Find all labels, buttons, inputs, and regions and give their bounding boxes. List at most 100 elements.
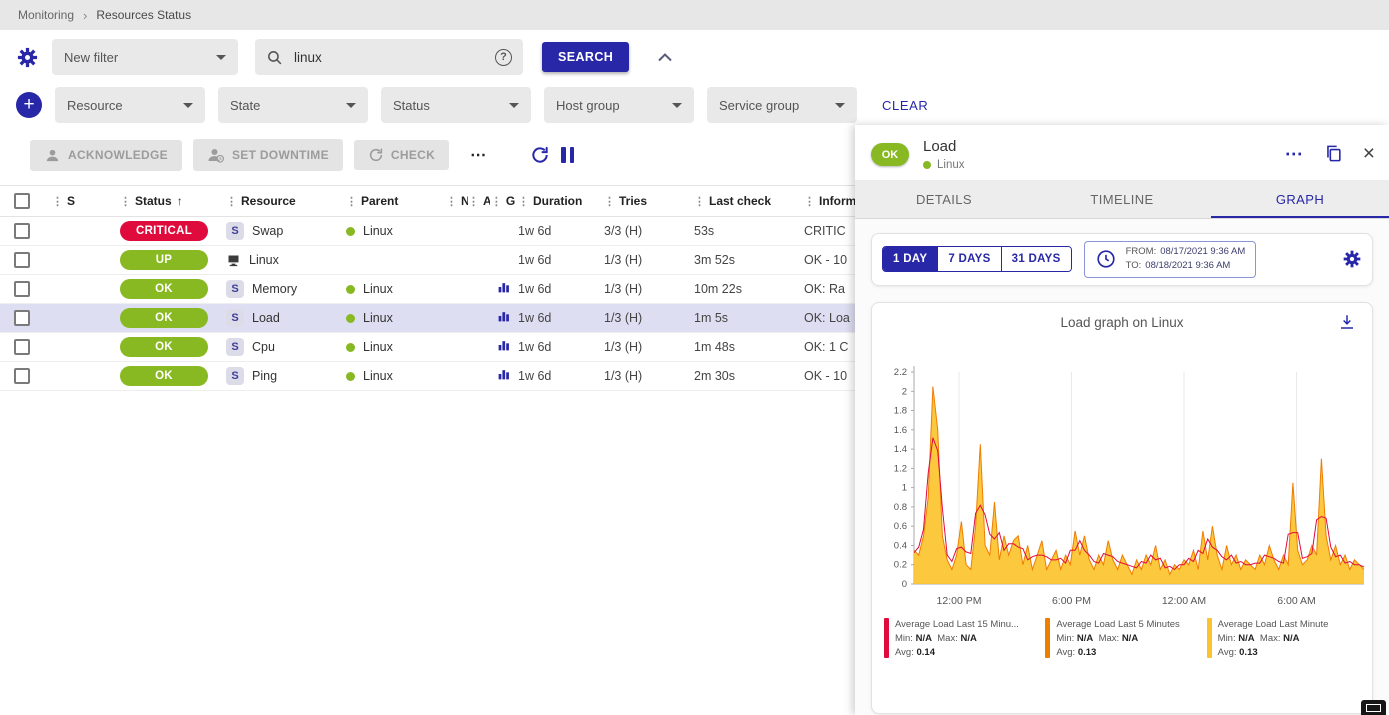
parent-link[interactable]: Linux	[363, 224, 393, 238]
filter-state-select[interactable]: State	[218, 87, 368, 123]
panel-parent-link[interactable]: Linux	[937, 159, 965, 171]
col-header-notification[interactable]: N	[461, 194, 468, 208]
drag-handle-icon[interactable]: ⋮	[604, 196, 615, 208]
col-header-acknowledge[interactable]: A	[483, 194, 490, 208]
host-icon	[226, 253, 241, 268]
drag-handle-icon[interactable]: ⋮	[491, 196, 502, 208]
copy-link-icon[interactable]	[1324, 144, 1343, 163]
resource-link[interactable]: Swap	[252, 224, 283, 238]
corner-overlay-icon[interactable]	[1361, 700, 1386, 715]
search-box[interactable]: ?	[255, 39, 523, 75]
col-header-parent[interactable]: Parent	[361, 194, 398, 208]
row-checkbox[interactable]	[14, 252, 30, 268]
resource-link[interactable]: Cpu	[252, 340, 275, 354]
resource-link[interactable]: Linux	[249, 253, 279, 267]
sort-asc-icon[interactable]: ↑	[177, 194, 183, 208]
legend-item[interactable]: Average Load Last Minute Min: N/A Max: N…	[1207, 618, 1360, 661]
col-header-last-check[interactable]: Last check	[709, 194, 771, 208]
export-graph-icon[interactable]	[1338, 313, 1356, 331]
legend-item[interactable]: Average Load Last 15 Minu... Min: N/A Ma…	[884, 618, 1037, 661]
filter-preset-select[interactable]: New filter	[52, 39, 238, 75]
row-checkbox[interactable]	[14, 310, 30, 326]
legend-min-value: N/A	[916, 633, 932, 644]
search-input[interactable]	[292, 49, 486, 66]
tab-timeline[interactable]: TIMELINE	[1033, 180, 1211, 218]
panel-more-icon[interactable]: ⋯	[1285, 145, 1304, 163]
set-downtime-button[interactable]: SET DOWNTIME	[193, 139, 343, 171]
drag-handle-icon[interactable]: ⋮	[226, 196, 237, 208]
svg-text:6:00 PM: 6:00 PM	[1052, 595, 1091, 607]
load-graph-canvas[interactable]: 12:00 PM6:00 PM12:00 AM6:00 AM00.20.40.6…	[872, 358, 1374, 612]
col-header-graph[interactable]: G	[506, 194, 515, 208]
resource-link[interactable]: Memory	[252, 282, 297, 296]
col-header-severity[interactable]: S	[67, 194, 75, 208]
col-header-duration[interactable]: Duration	[533, 194, 582, 208]
resource-link[interactable]: Ping	[252, 369, 277, 383]
filter-hostgroup-select[interactable]: Host group	[544, 87, 694, 123]
col-header-tries[interactable]: Tries	[619, 194, 647, 208]
graph-icon[interactable]	[497, 370, 510, 384]
resource-link[interactable]: Load	[252, 311, 280, 325]
check-button[interactable]: CHECK	[354, 140, 449, 170]
parent-link[interactable]: Linux	[363, 340, 393, 354]
more-actions-button[interactable]: ⋯	[460, 143, 497, 167]
tab-details[interactable]: DETAILS	[855, 180, 1033, 218]
row-checkbox[interactable]	[14, 368, 30, 384]
status-badge: OK	[120, 279, 208, 299]
legend-max-value: N/A	[960, 633, 976, 644]
drag-handle-icon[interactable]: ⋮	[346, 196, 357, 208]
graph-settings-gear-icon[interactable]	[1342, 249, 1362, 269]
filter-resource-select[interactable]: Resource	[55, 87, 205, 123]
breadcrumb-monitoring[interactable]: Monitoring	[18, 8, 74, 22]
row-checkbox[interactable]	[14, 281, 30, 297]
drag-handle-icon[interactable]: ⋮	[120, 196, 131, 208]
acknowledge-button[interactable]: ACKNOWLEDGE	[30, 140, 182, 171]
drag-handle-icon[interactable]: ⋮	[694, 196, 705, 208]
col-header-resource[interactable]: Resource	[241, 194, 296, 208]
check-label: CHECK	[391, 148, 435, 162]
clear-filters-button[interactable]: CLEAR	[882, 98, 928, 113]
drag-handle-icon[interactable]: ⋮	[52, 196, 63, 208]
graph-icon[interactable]	[497, 341, 510, 355]
row-checkbox[interactable]	[14, 339, 30, 355]
period-7days-button[interactable]: 7 DAYS	[937, 247, 1000, 271]
drag-handle-icon[interactable]: ⋮	[446, 196, 457, 208]
row-checkbox[interactable]	[14, 223, 30, 239]
drag-handle-icon[interactable]: ⋮	[468, 196, 479, 208]
breadcrumb-chevron-icon: ›	[83, 8, 87, 23]
chevron-down-icon	[216, 55, 226, 60]
parent-link[interactable]: Linux	[363, 369, 393, 383]
period-1day-button[interactable]: 1 DAY	[883, 247, 937, 271]
col-header-status[interactable]: Status	[135, 194, 172, 208]
refresh-list-icon[interactable]	[530, 145, 550, 165]
add-filter-button[interactable]: +	[16, 92, 42, 118]
period-31days-button[interactable]: 31 DAYS	[1001, 247, 1071, 271]
select-all-checkbox[interactable]	[14, 193, 30, 209]
filter-settings-gear-icon[interactable]	[16, 46, 39, 69]
breadcrumb-resources-status[interactable]: Resources Status	[96, 8, 191, 22]
service-type-badge: S	[226, 280, 244, 298]
collapse-filters-chevron-icon[interactable]	[657, 52, 673, 62]
status-badge: UP	[120, 250, 208, 270]
drag-handle-icon[interactable]: ⋮	[518, 196, 529, 208]
panel-header: OK Load Linux ⋯ ×	[855, 125, 1389, 180]
filter-status-select[interactable]: Status	[381, 87, 531, 123]
graph-icon[interactable]	[497, 312, 510, 326]
drag-handle-icon[interactable]: ⋮	[804, 196, 815, 208]
filter-servicegroup-select[interactable]: Service group	[707, 87, 857, 123]
search-help-icon[interactable]: ?	[495, 49, 512, 66]
legend-min-label: Min:	[1218, 633, 1236, 644]
time-range-picker[interactable]: FROM:08/17/2021 9:36 AM TO:08/18/2021 9:…	[1084, 241, 1257, 278]
parent-link[interactable]: Linux	[363, 282, 393, 296]
duration-cell: 1w 6d	[516, 275, 602, 304]
legend-min-label: Min:	[1056, 633, 1074, 644]
svg-text:0.8: 0.8	[894, 501, 907, 512]
graph-icon[interactable]	[497, 283, 510, 297]
legend-avg-value: 0.14	[916, 647, 935, 658]
legend-item[interactable]: Average Load Last 5 Minutes Min: N/A Max…	[1045, 618, 1198, 661]
close-panel-icon[interactable]: ×	[1363, 143, 1375, 164]
tab-graph[interactable]: GRAPH	[1211, 180, 1389, 218]
parent-link[interactable]: Linux	[363, 311, 393, 325]
search-button[interactable]: SEARCH	[542, 42, 629, 72]
pause-autorefresh-icon[interactable]	[561, 147, 574, 163]
